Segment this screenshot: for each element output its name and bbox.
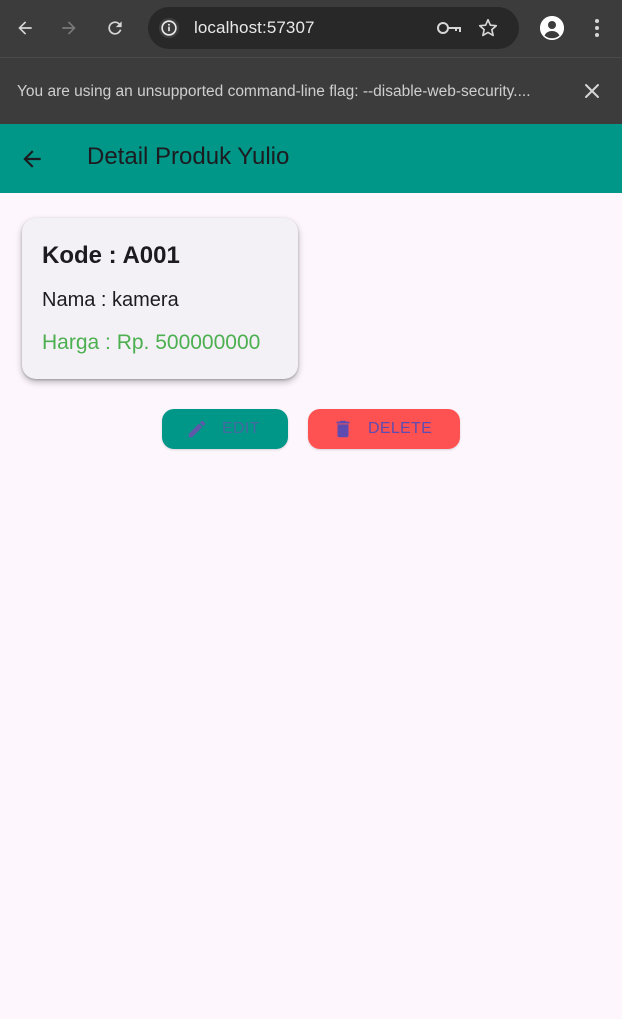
- trash-icon: [336, 420, 350, 438]
- person-icon: [540, 16, 564, 40]
- star-icon[interactable]: [477, 17, 499, 39]
- delete-button[interactable]: DELETE: [308, 409, 460, 449]
- address-bar[interactable]: localhost:57307: [148, 7, 519, 49]
- product-card: Kode : A001 Nama : kamera Harga : Rp. 50…: [22, 218, 298, 379]
- reload-icon: [108, 21, 122, 35]
- page-title: Detail Produk Yulio: [87, 143, 290, 170]
- edit-label: EDIT: [222, 420, 260, 437]
- reload-button[interactable]: [99, 10, 131, 46]
- kebab-menu-icon[interactable]: [590, 17, 604, 39]
- arrow-right-icon: [62, 21, 76, 35]
- key-icon[interactable]: [436, 18, 462, 38]
- profile-button[interactable]: [540, 16, 564, 40]
- app-bar: Detail Produk Yulio: [0, 124, 622, 193]
- close-icon[interactable]: [583, 82, 601, 100]
- info-icon[interactable]: [158, 17, 180, 39]
- product-price: Harga : Rp. 500000000: [42, 331, 261, 354]
- delete-label: DELETE: [368, 420, 433, 437]
- edit-button[interactable]: EDIT: [162, 409, 288, 449]
- url-text[interactable]: localhost:57307: [194, 18, 315, 38]
- forward-button[interactable]: [53, 10, 85, 46]
- browser-toolbar: localhost:57307: [0, 0, 622, 57]
- product-code: Kode : A001: [42, 242, 180, 269]
- product-name: Nama : kamera: [42, 289, 179, 311]
- arrow-left-icon: [18, 21, 32, 35]
- back-button[interactable]: [9, 10, 41, 46]
- pencil-icon: [188, 420, 206, 438]
- warning-infobar: You are using an unsupported command-lin…: [0, 57, 622, 124]
- arrow-back-icon[interactable]: [19, 146, 45, 172]
- infobar-message: You are using an unsupported command-lin…: [17, 83, 531, 100]
